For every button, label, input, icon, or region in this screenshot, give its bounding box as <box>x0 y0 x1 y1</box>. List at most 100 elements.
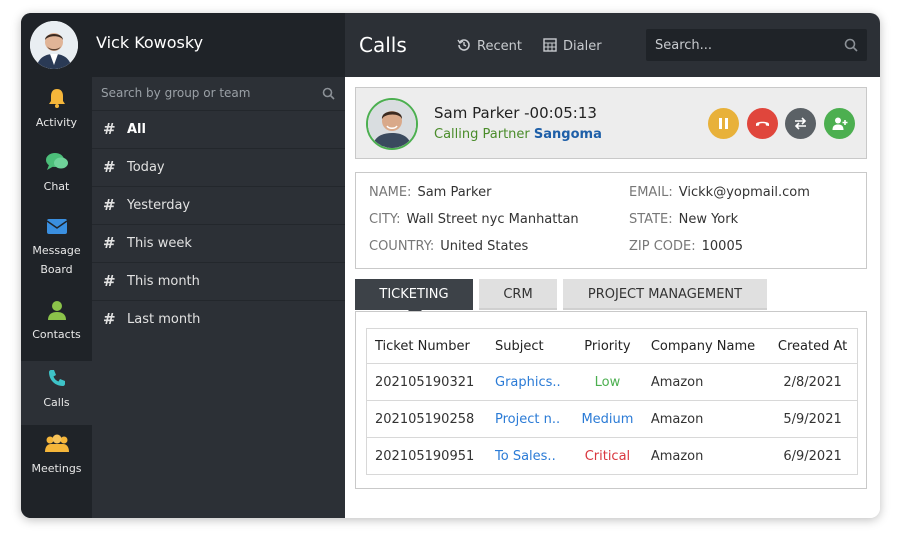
hash-icon: # <box>103 120 116 138</box>
rail-label: Activity <box>35 116 78 129</box>
ticket-subject-link[interactable]: To Sales.. <box>487 437 573 475</box>
search-icon[interactable] <box>844 38 858 52</box>
tab-bar: TICKETING CRM PROJECT MANAGEMENT <box>355 279 867 317</box>
caller-name-timer: Sam Parker -00:05:13 <box>434 104 597 122</box>
page-title: Calls <box>359 33 407 57</box>
ticket-created: 2/8/2021 <box>768 363 858 401</box>
rail-item-calls[interactable]: Calls <box>21 361 92 425</box>
phone-icon <box>48 370 65 386</box>
email-label: EMAIL: <box>629 185 673 200</box>
table-header-row: Ticket Number Subject Priority Company N… <box>366 328 858 364</box>
nav-rail: Activity Chat Message Board Contacts Cal… <box>21 77 92 518</box>
main-panel: Calls Recent Dialer Search... Sam Parker… <box>345 13 880 518</box>
table-row[interactable]: 202105190321 Graphics.. Low Amazon 2/8/2… <box>366 363 858 401</box>
bell-icon <box>48 89 65 108</box>
rail-label: Contacts <box>32 328 81 341</box>
group-label: Today <box>127 160 165 175</box>
calculator-icon <box>543 38 557 52</box>
header-ticket-number[interactable]: Ticket Number <box>366 328 488 364</box>
history-icon <box>457 39 470 51</box>
country-value: United States <box>440 239 529 254</box>
header-company-name[interactable]: Company Name <box>642 328 769 364</box>
rail-label-line2: Board <box>40 263 73 276</box>
name-label: NAME: <box>369 185 412 200</box>
rail-item-meetings[interactable]: Meetings <box>21 427 92 485</box>
ticket-created: 6/9/2021 <box>768 437 858 475</box>
info-city: CITY: Wall Street nyc Manhattan <box>369 212 579 227</box>
chat-icon <box>45 153 68 170</box>
ticket-subject-link[interactable]: Project n.. <box>487 400 573 438</box>
name-value: Sam Parker <box>417 185 492 200</box>
info-name: NAME: Sam Parker <box>369 185 491 200</box>
group-item-last-month[interactable]: # Last month <box>92 301 345 339</box>
hangup-icon <box>756 121 769 126</box>
left-panel: Vick Kowosky Activity Chat Message Board… <box>21 13 345 518</box>
hash-icon: # <box>103 272 116 290</box>
group-search-placeholder: Search by group or team <box>101 86 251 100</box>
transfer-icon <box>794 117 807 130</box>
recent-link[interactable]: Recent <box>457 38 522 54</box>
caller-avatar <box>366 98 418 150</box>
ticket-priority: Low <box>572 363 643 401</box>
pause-button[interactable] <box>708 108 739 139</box>
header-subject[interactable]: Subject <box>487 328 573 364</box>
country-label: COUNTRY: <box>369 239 435 254</box>
ticket-company: Amazon <box>642 400 769 438</box>
envelope-icon <box>46 219 67 234</box>
app-window: Vick Kowosky Activity Chat Message Board… <box>21 13 880 518</box>
rail-label: Chat <box>43 180 70 193</box>
table-row[interactable]: 202105190258 Project n.. Medium Amazon 5… <box>366 400 858 438</box>
rail-label: Calls <box>43 396 70 409</box>
zip-label: ZIP CODE: <box>629 239 696 254</box>
group-item-this-week[interactable]: # This week <box>92 225 345 263</box>
email-value: Vickk@yopmail.com <box>678 185 810 200</box>
ticket-subject-link[interactable]: Graphics.. <box>487 363 573 401</box>
group-label: This month <box>127 274 200 289</box>
rail-item-contacts[interactable]: Contacts <box>21 299 92 357</box>
call-status-prefix: Calling Partner <box>434 127 530 142</box>
header-created-at[interactable]: Created At <box>768 328 858 364</box>
tab-project-management[interactable]: PROJECT MANAGEMENT <box>563 279 767 310</box>
hash-icon: # <box>103 310 116 328</box>
hangup-button[interactable] <box>747 108 778 139</box>
zip-value: 10005 <box>701 239 743 254</box>
group-icon <box>44 434 69 452</box>
info-country: COUNTRY: United States <box>369 239 528 254</box>
tab-ticketing[interactable]: TICKETING <box>355 279 473 310</box>
hash-icon: # <box>103 234 116 252</box>
ticketing-panel: Ticket Number Subject Priority Company N… <box>355 311 867 489</box>
profile-header: Vick Kowosky <box>21 13 345 77</box>
header-priority[interactable]: Priority <box>572 328 643 364</box>
group-list-panel: Search by group or team # All # Today # … <box>92 77 345 518</box>
group-item-today[interactable]: # Today <box>92 149 345 187</box>
info-zip: ZIP CODE: 10005 <box>629 239 743 254</box>
table-row[interactable]: 202105190951 To Sales.. Critical Amazon … <box>366 437 858 475</box>
rail-item-activity[interactable]: Activity <box>21 87 92 145</box>
search-icon[interactable] <box>322 87 335 100</box>
group-search[interactable]: Search by group or team <box>92 77 345 111</box>
state-label: STATE: <box>629 212 673 227</box>
rail-item-message-board[interactable]: Message Board <box>21 215 92 293</box>
group-item-yesterday[interactable]: # Yesterday <box>92 187 345 225</box>
group-item-this-month[interactable]: # This month <box>92 263 345 301</box>
transfer-button[interactable] <box>785 108 816 139</box>
group-item-all[interactable]: # All <box>92 111 345 149</box>
ticket-priority: Medium <box>572 400 643 438</box>
avatar[interactable] <box>30 21 78 69</box>
hash-icon: # <box>103 158 116 176</box>
ticket-created: 5/9/2021 <box>768 400 858 438</box>
dialer-link[interactable]: Dialer <box>543 38 602 54</box>
ticket-table: Ticket Number Subject Priority Company N… <box>366 328 858 475</box>
dialer-label: Dialer <box>563 39 602 54</box>
rail-label: Meetings <box>31 462 82 475</box>
ticket-priority: Critical <box>572 437 643 475</box>
ticket-company: Amazon <box>642 437 769 475</box>
group-label: This week <box>127 236 192 251</box>
ticket-number: 202105190258 <box>366 400 488 438</box>
rail-item-chat[interactable]: Chat <box>21 151 92 209</box>
tab-crm[interactable]: CRM <box>479 279 557 310</box>
ticket-number: 202105190321 <box>366 363 488 401</box>
ticket-company: Amazon <box>642 363 769 401</box>
add-participant-button[interactable] <box>824 108 855 139</box>
search-input[interactable] <box>646 29 836 61</box>
